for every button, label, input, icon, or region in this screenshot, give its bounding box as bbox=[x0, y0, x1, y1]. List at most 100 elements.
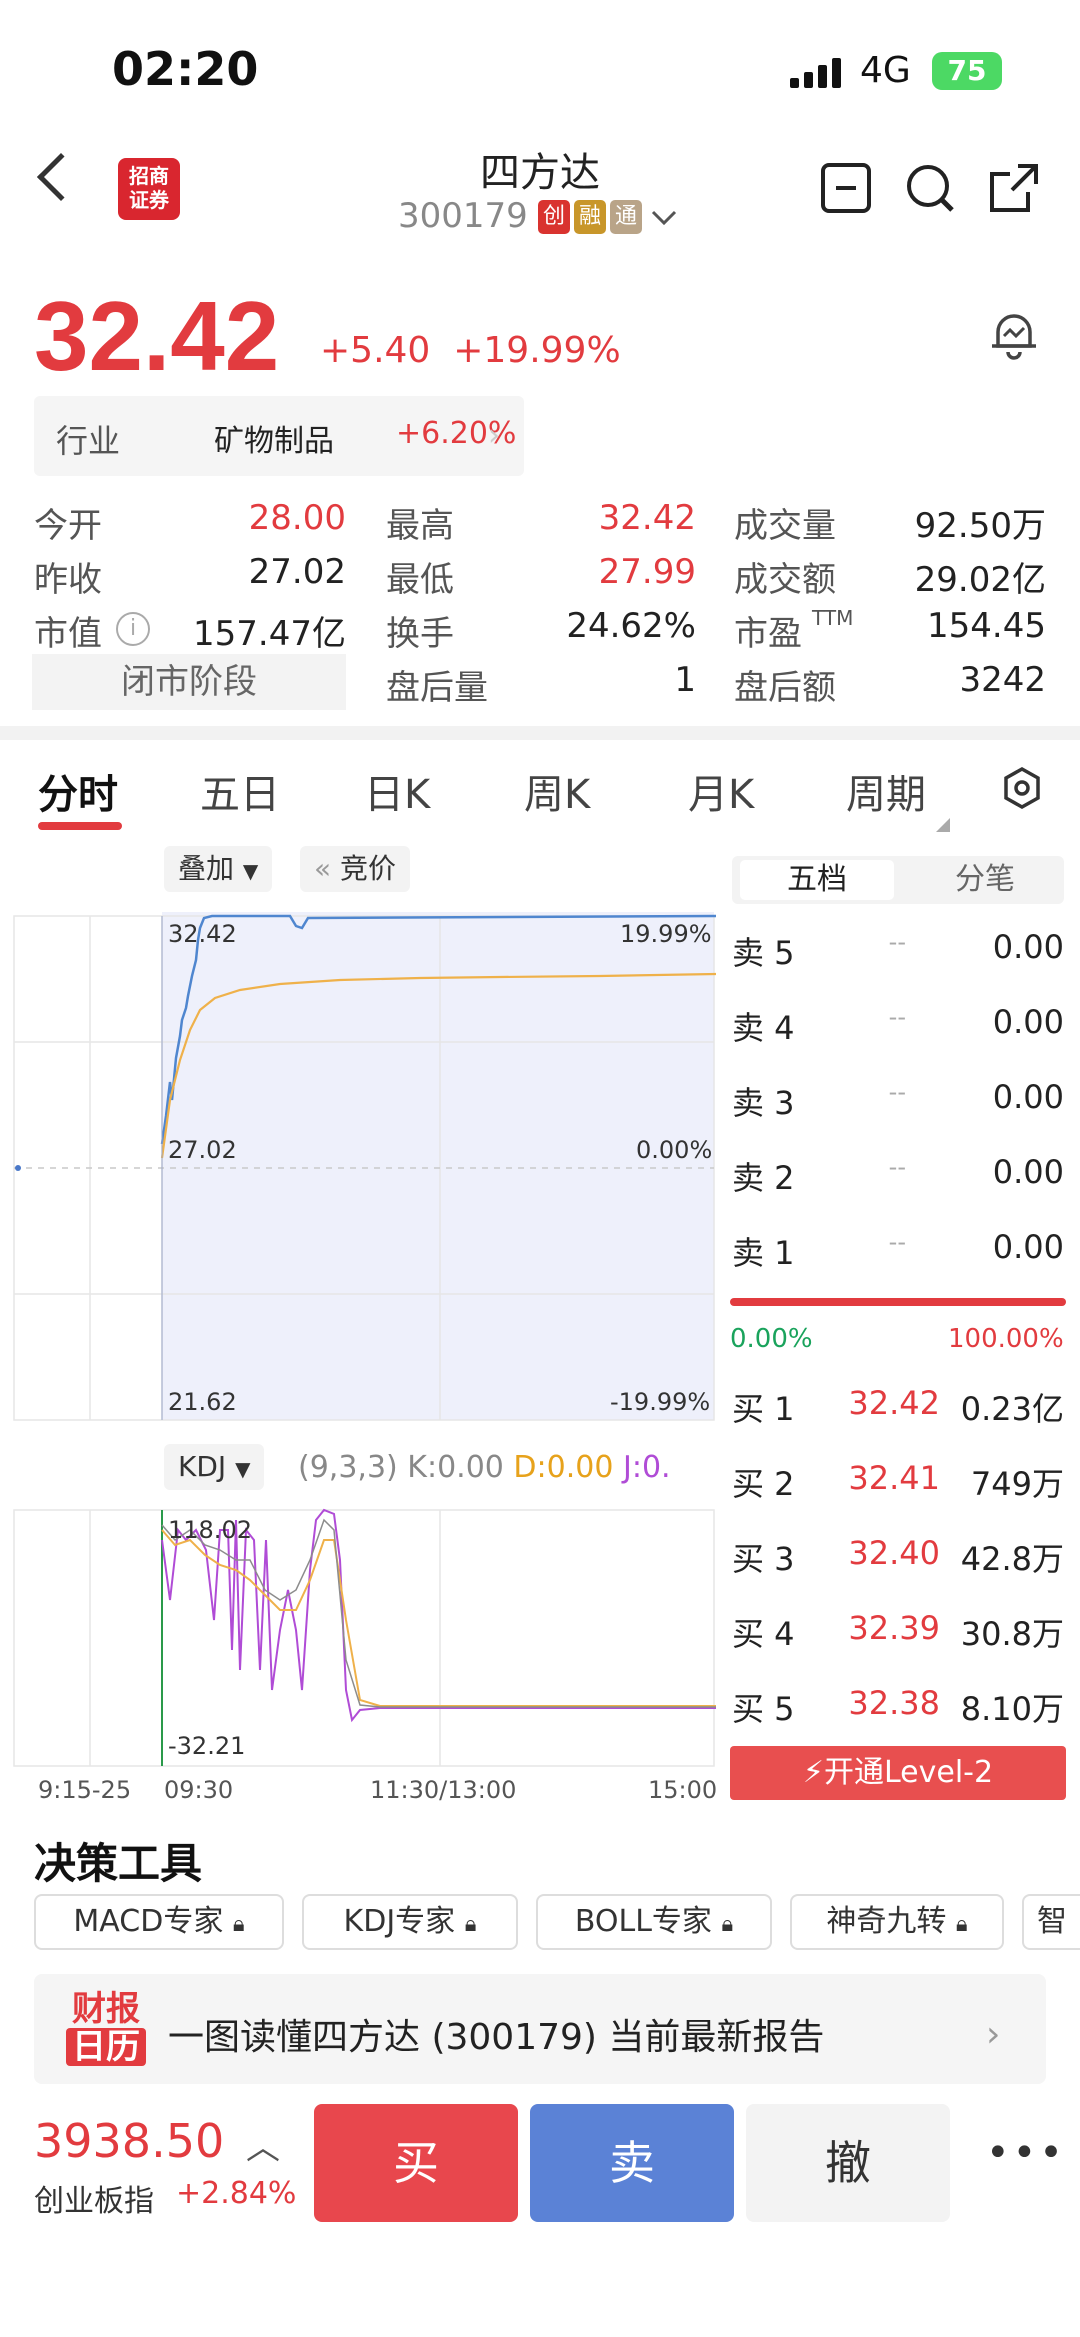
auction-button[interactable]: « 竞价 bbox=[300, 846, 411, 892]
lock-icon: 🔒︎ bbox=[464, 1912, 477, 1937]
time-label-preopen: 9:15-25 bbox=[38, 1776, 132, 1804]
overlay-label: 叠加 bbox=[178, 852, 235, 885]
bids-level-label: 买 5 bbox=[732, 1690, 795, 1728]
tab-monthly-k[interactable]: 月K bbox=[688, 762, 754, 820]
stat-label: 盘后额 bbox=[734, 668, 836, 708]
network-label: 4G bbox=[860, 50, 911, 91]
tool-boll[interactable]: BOLL专家 🔒︎ bbox=[536, 1894, 772, 1950]
change-pct: +19.99% bbox=[453, 330, 621, 371]
search-icon[interactable] bbox=[904, 162, 956, 214]
asks-level-volume: 0.00 bbox=[992, 1078, 1064, 1116]
tab-five-levels[interactable]: 五档 bbox=[740, 860, 894, 900]
alert-bell-icon[interactable] bbox=[986, 306, 1042, 362]
bid-ask-ratio-bar bbox=[730, 1298, 1066, 1306]
info-icon[interactable]: i bbox=[116, 612, 150, 646]
pct-axis-mid: 0.00% bbox=[636, 1136, 713, 1164]
bids-level-volume: 42.8万 bbox=[960, 1540, 1064, 1578]
level2-button[interactable]: ⚡开通Level-2 bbox=[730, 1746, 1066, 1800]
chevron-down-icon[interactable] bbox=[650, 208, 678, 228]
status-time: 02:20 bbox=[112, 42, 259, 96]
intraday-chart[interactable] bbox=[0, 900, 720, 1430]
lock-icon: 🔒︎ bbox=[721, 1912, 734, 1937]
stat-label: 成交额 bbox=[734, 560, 836, 600]
index-pct: +2.84% bbox=[176, 2176, 297, 2211]
price-axis-mid: 27.02 bbox=[168, 1136, 237, 1164]
chevron-right-icon: › bbox=[488, 418, 500, 453]
bids-level-volume: 8.10万 bbox=[960, 1690, 1064, 1728]
pct-axis-high: 19.99% bbox=[620, 920, 712, 948]
kdj-chart[interactable] bbox=[0, 1500, 720, 1770]
index-value[interactable]: 3938.50 bbox=[34, 2114, 224, 2168]
tab-daily-k[interactable]: 日K bbox=[364, 762, 430, 820]
tool-magic-nine[interactable]: 神奇九转 🔒︎ bbox=[790, 1894, 1004, 1950]
stat-value: 29.02亿 bbox=[914, 560, 1046, 600]
indicator-label: KDJ bbox=[178, 1450, 227, 1483]
bids-level-volume: 30.8万 bbox=[960, 1615, 1064, 1653]
bids-level-label: 买 1 bbox=[732, 1390, 795, 1428]
share-icon[interactable] bbox=[988, 162, 1040, 214]
more-icon[interactable]: ••• bbox=[986, 2130, 1066, 2176]
stat-label: 最低 bbox=[386, 560, 454, 600]
asks-level-label: 卖 1 bbox=[732, 1234, 795, 1272]
tool-magic-nine-label: 神奇九转 bbox=[826, 1904, 947, 1939]
stat-value: 157.47亿 bbox=[193, 614, 346, 654]
tab-period-corner bbox=[936, 818, 950, 832]
industry-name: 矿物制品 bbox=[214, 424, 334, 459]
ratio-right: 100.00% bbox=[948, 1324, 1064, 1354]
stat-label: 今开 bbox=[34, 506, 102, 546]
tag-rong: 融 bbox=[574, 200, 606, 234]
active-tab-indicator bbox=[38, 822, 122, 830]
asks-level-volume: 0.00 bbox=[992, 928, 1064, 966]
kdj-axis-high: 118.02 bbox=[168, 1516, 252, 1544]
indicator-select[interactable]: KDJ ▼ bbox=[164, 1444, 265, 1490]
kdj-axis-low: -32.21 bbox=[168, 1732, 246, 1760]
bids-level-label: 买 4 bbox=[732, 1615, 795, 1653]
market-phase: 闭市阶段 bbox=[32, 654, 346, 710]
industry-row[interactable]: 行业 矿物制品 +6.20% › bbox=[34, 396, 524, 476]
stat-value: 27.99 bbox=[598, 552, 696, 592]
stat-value: 3242 bbox=[959, 660, 1046, 700]
bids-level-price: 32.39 bbox=[848, 1609, 940, 1647]
tab-intraday[interactable]: 分时 bbox=[38, 762, 118, 820]
asks-level-label: 卖 2 bbox=[732, 1159, 795, 1197]
settings-gear-icon[interactable] bbox=[1000, 766, 1044, 810]
lock-icon: 🔒︎ bbox=[955, 1912, 968, 1937]
industry-label: 行业 bbox=[56, 422, 121, 460]
bids-level-price: 32.40 bbox=[848, 1534, 940, 1572]
overlay-button[interactable]: 叠加 ▼ bbox=[164, 846, 273, 892]
kdj-j: J:0. bbox=[622, 1450, 671, 1485]
chevron-up-icon[interactable]: ︿ bbox=[246, 2120, 280, 2169]
tab-weekly-k[interactable]: 周K bbox=[524, 762, 590, 820]
stat-label: 市盈 bbox=[734, 614, 802, 654]
stat-value: 28.00 bbox=[248, 498, 346, 538]
tool-kdj[interactable]: KDJ专家 🔒︎ bbox=[302, 1894, 518, 1950]
stat-label: 成交量 bbox=[734, 506, 836, 546]
cancel-order-button[interactable]: 撤 bbox=[746, 2104, 950, 2222]
kdj-k: K:0.00 bbox=[407, 1450, 504, 1485]
stat-label: 市值 bbox=[34, 614, 102, 654]
tools-title: 决策工具 bbox=[34, 1839, 203, 1888]
double-chevron-left-icon: « bbox=[314, 852, 332, 885]
asks-level-price: -- bbox=[888, 1078, 906, 1106]
time-label-open: 09:30 bbox=[164, 1776, 234, 1804]
buy-button[interactable]: 买 bbox=[314, 2104, 518, 2222]
report-icon-bottom: 日历 bbox=[66, 2028, 146, 2066]
price-axis-low: 21.62 bbox=[168, 1388, 237, 1416]
tool-macd-label: MACD专家 bbox=[73, 1904, 224, 1939]
battery-icon: 75 bbox=[932, 52, 1002, 90]
tag-tong: 通 bbox=[610, 200, 642, 234]
tab-period[interactable]: 周期 bbox=[846, 762, 926, 820]
sell-button[interactable]: 卖 bbox=[530, 2104, 734, 2222]
tab-tick-detail[interactable]: 分笔 bbox=[910, 860, 1060, 900]
pe-ttm-sup: TTM bbox=[812, 606, 854, 630]
tool-more[interactable]: 智 bbox=[1022, 1894, 1080, 1950]
asks-level-volume: 0.00 bbox=[992, 1153, 1064, 1191]
bids-level-label: 买 2 bbox=[732, 1465, 795, 1503]
stat-value: 1 bbox=[674, 660, 696, 700]
tool-macd[interactable]: MACD专家 🔒︎ bbox=[34, 1894, 284, 1950]
tab-five-day[interactable]: 五日 bbox=[200, 762, 280, 820]
minimize-icon[interactable] bbox=[820, 162, 872, 214]
stock-code[interactable]: 300179 bbox=[398, 196, 528, 236]
kdj-params: (9,3,3) bbox=[298, 1450, 398, 1485]
stat-value: 92.50万 bbox=[914, 506, 1046, 546]
